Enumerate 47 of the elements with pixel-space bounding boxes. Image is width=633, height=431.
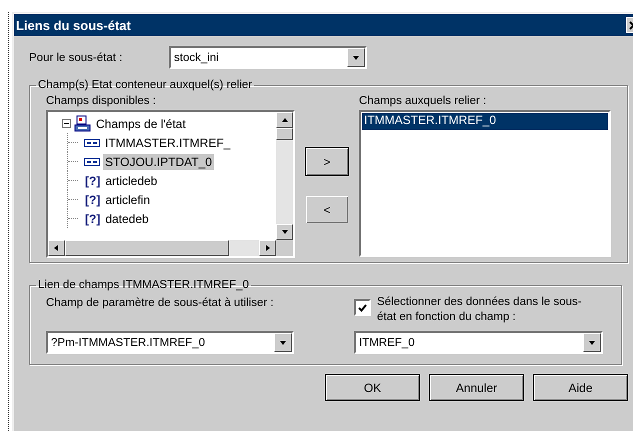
field-label: Pour le sous-état : (29, 52, 124, 64)
dialog-button[interactable]: OK (325, 374, 420, 401)
checkbox-label: Sélectionner des données dans le sous-état en fonction du champ : (377, 295, 583, 325)
horizontal-scrollbar[interactable] (48, 240, 276, 256)
checkmark-icon (358, 304, 367, 312)
tree-item[interactable]: Champs de l'état (94, 116, 188, 132)
scrollbar-thumb[interactable] (276, 128, 293, 140)
group-title: Lien de champs ITMMASTER.ITMREF_0 (37, 279, 250, 291)
caret-icon (588, 338, 596, 346)
window-title: Liens du sous-état (16, 18, 131, 32)
dialog-button[interactable]: Aide (533, 374, 628, 401)
field-label: Champs auxquels relier : (359, 95, 488, 107)
caret-icon (279, 338, 287, 346)
tree-item[interactable]: STOJOU.IPTDAT_0 (103, 154, 214, 170)
move-button[interactable]: > (305, 147, 349, 176)
dropdown-button[interactable] (583, 333, 601, 352)
up-arrow-icon (280, 116, 288, 124)
parameter-label: [?] (85, 174, 100, 188)
tree-item[interactable]: articledeb (103, 172, 160, 188)
report-icon (74, 115, 91, 132)
dialog-button[interactable]: Annuler (429, 374, 524, 401)
collapse-icon[interactable] (62, 119, 71, 128)
field-label: Champ de paramètre de sous-état à utiliser : (46, 297, 275, 309)
parameter-label: [?] (85, 212, 100, 226)
subreport-dropdown[interactable]: stock_ini (169, 46, 367, 69)
dropdown-button[interactable] (347, 48, 365, 67)
field-label: Champs disponibles : (46, 95, 157, 107)
field-dropdown[interactable]: ITMREF_0 (354, 331, 603, 354)
down-arrow-icon (280, 228, 288, 236)
group-title: Champ(s) Etat conteneur auxquel(s) relier (37, 79, 254, 91)
tree-item[interactable]: ITMMASTER.ITMREF_ (103, 134, 232, 150)
right-arrow-icon (264, 244, 272, 252)
parameter-dropdown[interactable]: ?Pm-ITMMASTER.ITMREF_0 (46, 331, 294, 354)
list-item[interactable]: ITMMASTER.ITMREF_0 (362, 113, 608, 130)
caret-icon (352, 54, 360, 62)
move-button[interactable]: < (305, 195, 349, 224)
left-arrow-icon (52, 244, 60, 252)
tree-item[interactable]: datedeb (103, 210, 151, 226)
vertical-scrollbar[interactable] (276, 112, 293, 240)
field-icon (84, 138, 100, 146)
parameter-label: [?] (85, 192, 100, 206)
field-icon (84, 158, 100, 166)
dropdown-button[interactable] (274, 333, 292, 352)
checkbox[interactable] (354, 299, 371, 316)
tree-item[interactable]: articlefin (103, 192, 152, 208)
scrollbar-corner (276, 240, 293, 256)
scrollbar-thumb[interactable] (65, 240, 229, 256)
